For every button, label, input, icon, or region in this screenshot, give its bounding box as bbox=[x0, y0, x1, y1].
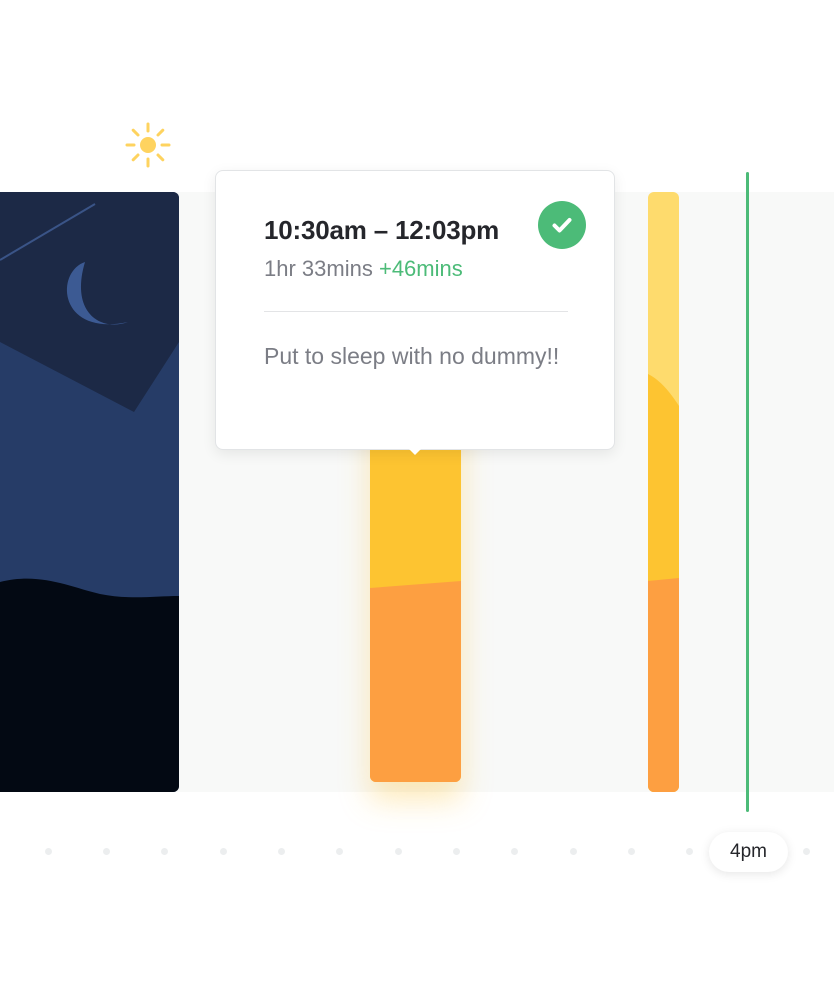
nap-note: Put to sleep with no dummy!! bbox=[264, 343, 560, 369]
current-time-line bbox=[746, 172, 749, 812]
timeline-tick bbox=[278, 848, 285, 855]
timeline-tick bbox=[628, 848, 635, 855]
timeline-tick bbox=[453, 848, 460, 855]
timeline-tick bbox=[803, 848, 810, 855]
current-time-label: 4pm bbox=[709, 832, 788, 872]
nap-time-range: 10:30am – 12:03pm bbox=[264, 215, 500, 245]
timeline-tick bbox=[511, 848, 518, 855]
popover-divider bbox=[264, 311, 568, 312]
timeline-tick bbox=[686, 848, 693, 855]
nap-duration: 1hr 33mins +46mins bbox=[264, 256, 463, 282]
timeline-tick bbox=[336, 848, 343, 855]
nap-bar-current[interactable] bbox=[648, 192, 679, 792]
nap-duration-value: 1hr 33mins bbox=[264, 256, 373, 281]
night-sleep-block[interactable] bbox=[0, 192, 179, 792]
timeline-tick bbox=[103, 848, 110, 855]
completed-badge[interactable] bbox=[538, 201, 586, 249]
nap-duration-delta: +46mins bbox=[378, 256, 463, 281]
timeline-tick bbox=[395, 848, 402, 855]
sleep-timeline-screen: 10:30am – 12:03pm 1hr 33mins +46mins Put… bbox=[0, 0, 834, 1000]
nap-details-popover: 10:30am – 12:03pm 1hr 33mins +46mins Put… bbox=[215, 170, 615, 455]
check-icon bbox=[552, 218, 572, 233]
timeline-tick bbox=[161, 848, 168, 855]
timeline-tick bbox=[45, 848, 52, 855]
timeline-tick bbox=[570, 848, 577, 855]
timeline-tick bbox=[220, 848, 227, 855]
popover-arrow bbox=[402, 442, 428, 455]
sun-icon bbox=[124, 121, 172, 169]
